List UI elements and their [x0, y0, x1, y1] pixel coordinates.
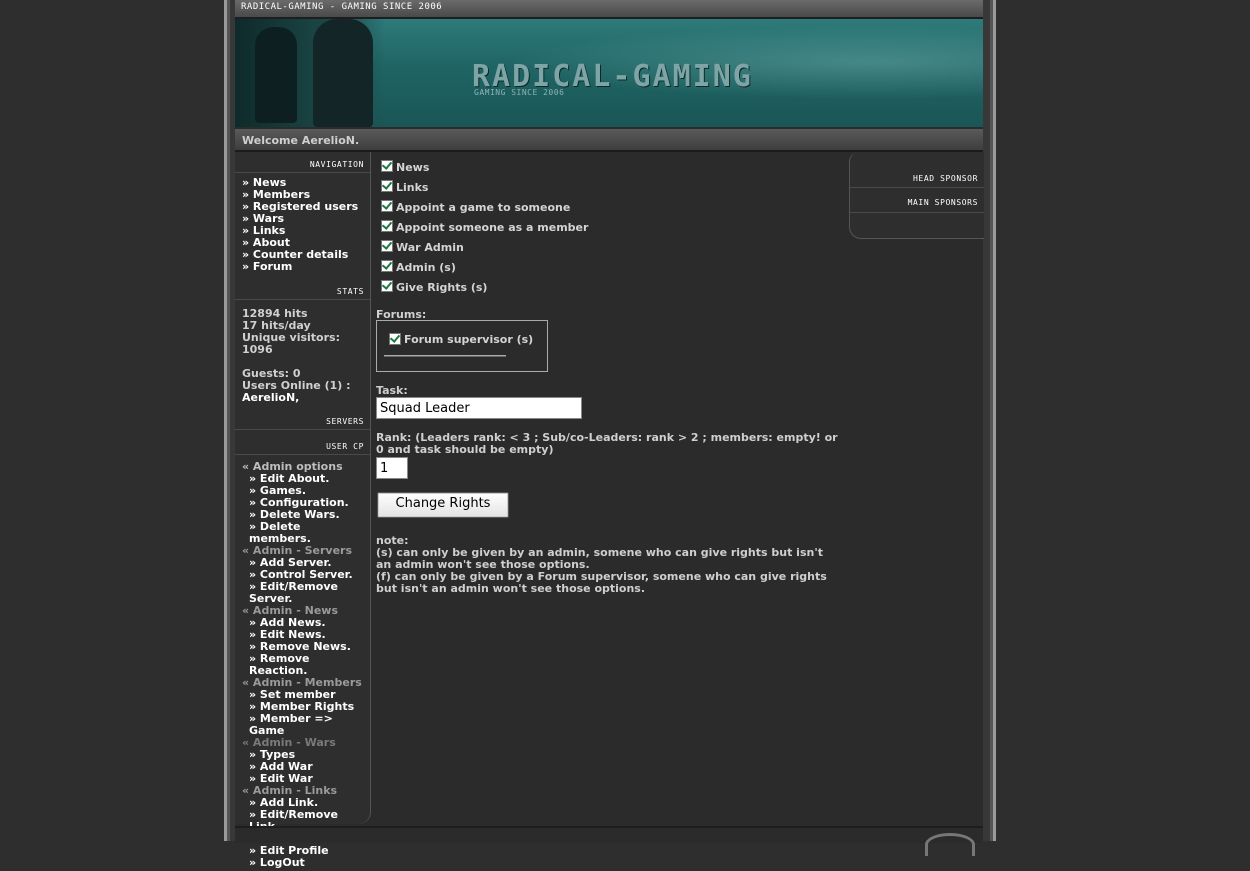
rank-label: Rank: (Leaders rank: < 3 ; Sub/co-Leader… [376, 431, 838, 456]
banner-soldiers-image [235, 19, 385, 127]
site-tagline: Gaming since 2006 [474, 88, 565, 97]
page-shell: Radical-Gaming - Gaming since 2006 RADIC… [224, 0, 996, 869]
stats-header: Stats [235, 279, 370, 300]
user-cp-header: User CP [235, 434, 370, 455]
right-news-row: News [376, 152, 846, 174]
online-user-link[interactable]: AerelioN, [242, 392, 363, 404]
right-admin-checkbox[interactable] [381, 260, 393, 272]
right-appoint-member-row: Appoint someone as a member [376, 212, 846, 234]
right-war-admin-checkbox[interactable] [381, 240, 393, 252]
main-sponsors-header: Main Sponsors [850, 188, 984, 213]
soldier-figure [255, 27, 297, 123]
change-rights-button[interactable]: Change Rights [377, 492, 509, 518]
navigation-header: Navigation [235, 152, 370, 173]
servers-header-label: Servers [326, 417, 364, 426]
right-sidebar: Head Sponsor Main Sponsors [849, 152, 984, 239]
nav-forum[interactable]: » Forum [242, 261, 363, 273]
right-appoint-game-row: Appoint a game to someone [376, 192, 846, 214]
note-admin-only: (s) can only be given by an admin, somen… [376, 546, 823, 571]
forum-supervisor-label: Forum supervisor (s) [404, 333, 534, 346]
header-banner: RADICAL-GAMING Gaming since 2006 [235, 19, 983, 127]
navigation-header-label: Navigation [309, 160, 364, 169]
navigation-menu: » News » Members » Registered users » Wa… [235, 173, 370, 275]
cp-delete-members[interactable]: » Delete members. [242, 521, 363, 545]
user-cp-menu: « Admin options » Edit About. » Games. »… [235, 455, 370, 871]
right-links-checkbox[interactable] [381, 180, 393, 192]
cp-edit-profile[interactable]: » Edit Profile [242, 845, 363, 857]
cp-remove-reaction[interactable]: » Remove Reaction. [242, 653, 363, 677]
member-rights-form: News Links Appoint a game to someone App… [376, 152, 846, 595]
stats-block: 12894 hits 17 hits/day Unique visitors: … [235, 300, 370, 406]
right-appoint-member-checkbox[interactable] [381, 220, 393, 232]
welcome-text: Welcome AerelioN. [242, 134, 360, 147]
right-war-admin-row: War Admin [376, 232, 846, 254]
head-sponsor-label: Head Sponsor [913, 174, 978, 183]
forum-separator [384, 355, 506, 357]
cp-member-game[interactable]: » Member => Game [242, 713, 363, 737]
head-sponsor-header: Head Sponsor [850, 152, 984, 188]
right-give-rights-checkbox[interactable] [381, 280, 393, 292]
task-input[interactable] [376, 397, 582, 419]
forum-supervisor-checkbox[interactable] [389, 333, 401, 345]
footer-logo-icon [925, 833, 975, 856]
soldier-figure [313, 19, 373, 127]
rank-input[interactable] [376, 457, 408, 479]
main-sponsors-label: Main Sponsors [907, 198, 978, 207]
welcome-bar: Welcome AerelioN. [235, 129, 983, 152]
user-cp-header-label: User CP [326, 442, 364, 451]
stat-unique-visitors: Unique visitors: 1096 [242, 331, 340, 356]
right-appoint-game-checkbox[interactable] [381, 200, 393, 212]
left-sidebar: Navigation » News » Members » Registered… [235, 152, 371, 869]
note-forum-only: (f) can only be given by a Forum supervi… [376, 570, 827, 595]
right-news-checkbox[interactable] [381, 160, 393, 172]
task-label: Task: [376, 384, 408, 397]
right-admin-row: Admin (s) [376, 252, 846, 274]
right-give-rights-label: Give Rights (s) [396, 281, 488, 294]
forums-fieldset: Forum supervisor (s) [376, 320, 548, 372]
footer-bar [235, 826, 983, 856]
servers-header: Servers [235, 409, 370, 430]
top-title-bar: Radical-Gaming - Gaming since 2006 [235, 0, 983, 19]
cp-logout[interactable]: » LogOut [242, 857, 363, 869]
right-links-row: Links [376, 172, 846, 194]
site-title: Radical-Gaming - Gaming since 2006 [241, 2, 443, 12]
stats-header-label: Stats [336, 287, 364, 296]
page-inner: Radical-Gaming - Gaming since 2006 RADIC… [235, 0, 984, 869]
right-give-rights-row: Give Rights (s) [376, 272, 846, 294]
rights-note: note: (s) can only be given by an admin,… [376, 535, 836, 595]
cp-edit-remove-server[interactable]: » Edit/Remove Server. [242, 581, 363, 605]
